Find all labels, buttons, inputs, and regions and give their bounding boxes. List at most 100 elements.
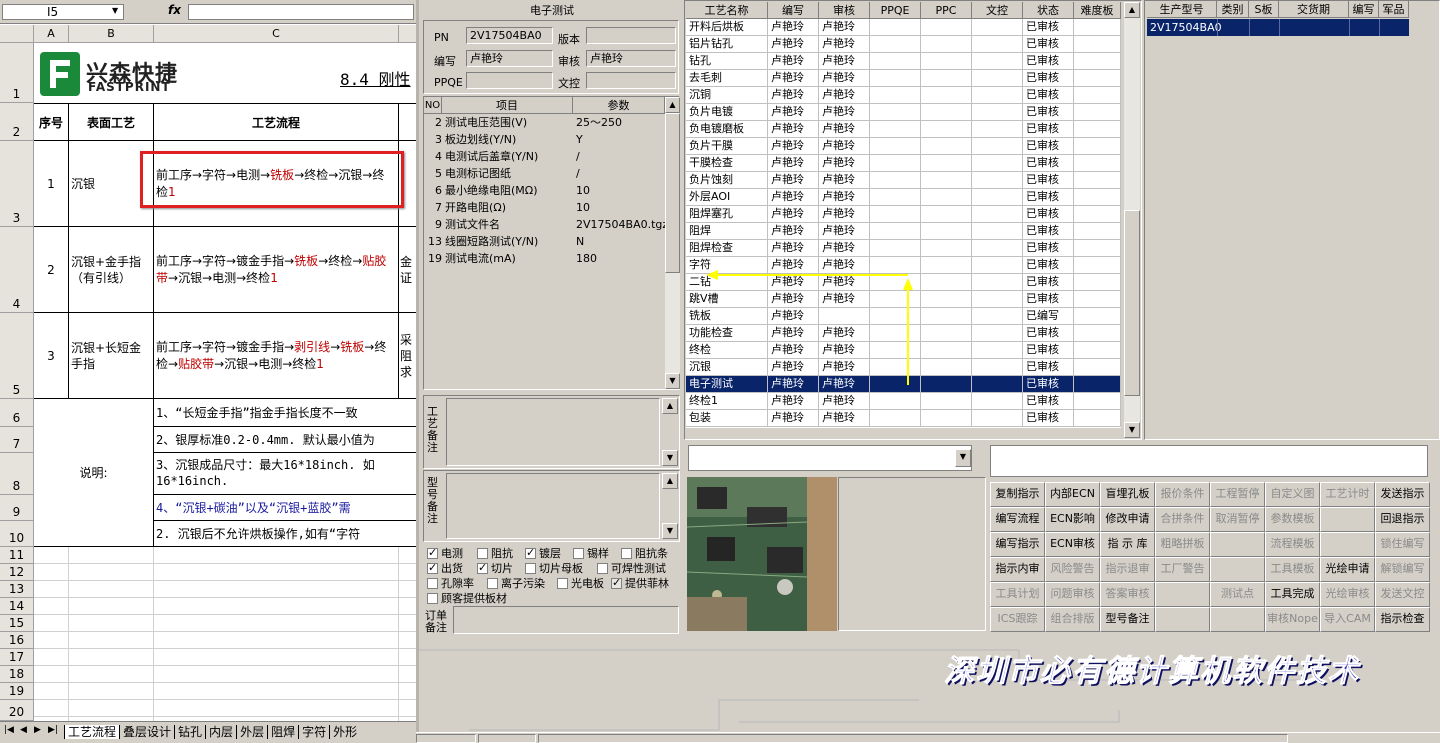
scroll-thumb[interactable] xyxy=(1124,210,1140,396)
row-header-4[interactable]: 4 xyxy=(0,227,34,313)
action-button[interactable]: 锁住编写 xyxy=(1375,532,1430,557)
writer-field[interactable]: 卢艳玲 xyxy=(466,50,553,67)
header-seq[interactable]: 序号 xyxy=(34,103,69,141)
action-button[interactable]: 回退指示 xyxy=(1375,507,1430,532)
name-box-dropdown-icon[interactable]: ▼ xyxy=(112,6,118,15)
tab-first-icon[interactable]: |◀ xyxy=(4,725,14,735)
action-button[interactable]: 盲埋孔板 xyxy=(1100,482,1155,507)
action-button[interactable]: 自定义图 xyxy=(1265,482,1320,507)
action-button[interactable]: 报价条件 xyxy=(1155,482,1210,507)
pn-field[interactable]: 2V17504BA0 xyxy=(466,27,553,44)
row-header-9[interactable]: 9 xyxy=(0,495,34,521)
scroll-up-icon[interactable]: ▲ xyxy=(662,398,678,414)
column-header-a[interactable]: A xyxy=(34,25,69,43)
action-button[interactable]: 复制指示 xyxy=(990,482,1045,507)
row-header-16[interactable]: 16 xyxy=(0,632,34,649)
row2-extra[interactable]: 金证 xyxy=(399,227,416,313)
action-button[interactable]: 内部ECN xyxy=(1045,482,1100,507)
action-button[interactable]: 工具完成 xyxy=(1265,582,1320,607)
name-box[interactable]: I5 xyxy=(2,4,124,20)
row3-flow[interactable]: 前工序→字符→镀金手指→剥引线→铣板→终检→贴胶带→沉银→电测→终检1 xyxy=(154,313,399,399)
sheet-tab-6[interactable]: 字符 xyxy=(298,725,330,739)
empty-grid-area[interactable] xyxy=(34,547,416,721)
process-header-ppqe[interactable]: PPQE xyxy=(870,2,921,19)
action-button[interactable]: 型号备注 xyxy=(1100,607,1155,632)
process-row[interactable]: 负片蚀刻 卢艳玲 卢艳玲 已审核 xyxy=(686,172,1121,189)
tab-last-icon[interactable]: ▶| xyxy=(48,725,58,735)
checkbox-box[interactable] xyxy=(427,593,438,604)
ppqe-field[interactable] xyxy=(466,72,553,89)
chevron-down-icon[interactable]: ▼ xyxy=(955,449,971,467)
row2-flow[interactable]: 前工序→字符→镀金手指→铣板→终检→贴胶带→沉银→电测→终检1 xyxy=(154,227,399,313)
note-5[interactable]: 2. 沉银后不允许烘板操作,如有“字符 xyxy=(154,521,416,547)
checkbox-kehanxing[interactable]: 可焊性测试 xyxy=(597,560,666,576)
action-button[interactable]: 风险警告 xyxy=(1045,557,1100,582)
action-button[interactable]: 流程模板 xyxy=(1265,532,1320,557)
process-row[interactable]: 干膜检查 卢艳玲 卢艳玲 已审核 xyxy=(686,155,1121,172)
header-surface[interactable]: 表面工艺 xyxy=(69,103,154,141)
checkbox-box[interactable] xyxy=(487,578,498,589)
process-combobox[interactable] xyxy=(688,445,972,471)
model-note-textarea[interactable] xyxy=(446,473,660,539)
process-row[interactable]: 负片电镀 卢艳玲 卢艳玲 已审核 xyxy=(686,104,1121,121)
column-header-d[interactable] xyxy=(399,25,416,43)
checkbox-box[interactable] xyxy=(427,546,438,559)
checkbox-zukangtiao[interactable]: 阻抗条 xyxy=(621,545,668,561)
action-button[interactable]: 合拼条件 xyxy=(1155,507,1210,532)
param-header-no[interactable]: NO xyxy=(424,97,442,114)
sheet-tab-3[interactable]: 内层 xyxy=(205,725,237,739)
sheet-tab-0[interactable]: 工艺流程 xyxy=(64,725,120,739)
action-button[interactable]: 修改申请 xyxy=(1100,507,1155,532)
process-row[interactable]: 钻孔 卢艳玲 卢艳玲 已审核 xyxy=(686,53,1121,70)
row3-surface[interactable]: 沉银+长短金手指 xyxy=(69,313,154,399)
orders-header-delivery[interactable]: 交货期 xyxy=(1279,1,1349,18)
checkbox-feilin[interactable]: 提供菲林 xyxy=(611,575,669,591)
header-flow[interactable]: 工艺流程 xyxy=(154,103,399,141)
column-header-c[interactable]: C xyxy=(154,25,399,43)
process-header-writer[interactable]: 编写 xyxy=(768,2,819,19)
row2-surface[interactable]: 沉银+金手指（有引线） xyxy=(69,227,154,313)
orders-row[interactable]: 2V17504BA0 xyxy=(1147,19,1409,36)
row-header-15[interactable]: 15 xyxy=(0,615,34,632)
select-all-corner[interactable] xyxy=(0,25,34,43)
scroll-up-icon[interactable]: ▲ xyxy=(665,97,680,113)
action-button[interactable]: 问题审核 xyxy=(1045,582,1100,607)
scroll-down-icon[interactable]: ▼ xyxy=(662,523,678,539)
action-button[interactable]: 发送文控 xyxy=(1375,582,1430,607)
row-header-2[interactable]: 2 xyxy=(0,103,34,141)
sheet-tab-5[interactable]: 阻焊 xyxy=(267,725,299,739)
process-row[interactable]: 阻焊 卢艳玲 卢艳玲 已审核 xyxy=(686,223,1121,240)
column-header-b[interactable]: B xyxy=(69,25,154,43)
action-button[interactable]: 审核Nope xyxy=(1265,607,1320,632)
row-header-14[interactable]: 14 xyxy=(0,598,34,615)
scroll-thumb[interactable] xyxy=(665,113,680,273)
action-button[interactable]: ECN影响 xyxy=(1045,507,1100,532)
row-header-8[interactable]: 8 xyxy=(0,453,34,495)
action-button[interactable]: 导入CAM xyxy=(1320,607,1375,632)
action-button[interactable]: 组合排版 xyxy=(1045,607,1100,632)
action-button[interactable]: ICS跟踪 xyxy=(990,607,1045,632)
param-scrollbar[interactable]: ▲ ▼ xyxy=(665,97,680,389)
row-header-17[interactable]: 17 xyxy=(0,649,34,666)
action-button[interactable]: 编写流程 xyxy=(990,507,1045,532)
process-row[interactable]: 去毛刺 卢艳玲 卢艳玲 已审核 xyxy=(686,70,1121,87)
process-header-difficulty[interactable]: 难度板 xyxy=(1074,2,1121,19)
process-row[interactable]: 终检1 卢艳玲 卢艳玲 已审核 xyxy=(686,393,1121,410)
scroll-down-icon[interactable]: ▼ xyxy=(1124,422,1140,438)
action-button[interactable]: 发送指示 xyxy=(1375,482,1430,507)
process-header-name[interactable]: 工艺名称 xyxy=(686,2,768,19)
checkbox-box[interactable] xyxy=(611,576,622,589)
checkbox-box[interactable] xyxy=(621,548,632,559)
header-extra[interactable] xyxy=(399,103,416,141)
row-header-20[interactable]: 20 xyxy=(0,700,34,721)
action-button[interactable]: 工艺计时 xyxy=(1320,482,1375,507)
note-3[interactable]: 3、沉银成品尺寸：最大16*18inch. 如 16*16inch. xyxy=(154,453,416,495)
scroll-up-icon[interactable]: ▲ xyxy=(662,473,678,489)
process-row[interactable]: 沉铜 卢艳玲 卢艳玲 已审核 xyxy=(686,87,1121,104)
checkbox-box[interactable] xyxy=(573,548,584,559)
row-header-10[interactable]: 10 xyxy=(0,521,34,547)
checkbox-guke[interactable]: 顾客提供板材 xyxy=(427,590,507,606)
checkbox-box[interactable] xyxy=(427,561,438,574)
action-button[interactable]: 指示内审 xyxy=(990,557,1045,582)
orders-header-s[interactable]: S板 xyxy=(1249,1,1279,18)
